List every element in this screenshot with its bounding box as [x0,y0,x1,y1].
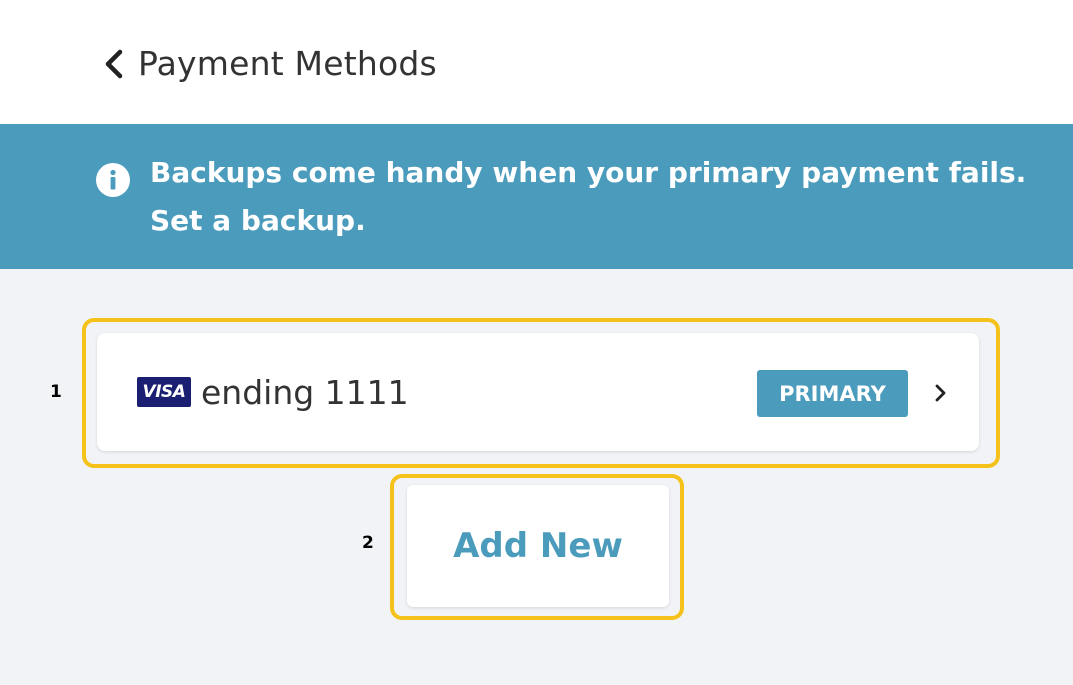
banner-text-line-1: Backups come handy when your primary pay… [150,156,1027,189]
info-banner [0,124,1073,269]
info-icon [96,163,130,197]
visa-logo: VISA [137,377,191,407]
primary-badge: PRIMARY [757,370,908,417]
page-title: Payment Methods [138,44,437,83]
payment-method-card[interactable]: VISA ending 1111 PRIMARY [97,333,979,451]
add-new-button[interactable]: Add New [407,485,669,607]
banner-text-line-2[interactable]: Set a backup. [150,202,366,240]
annotation-marker-2: 2 [362,533,374,553]
annotation-marker-1: 1 [50,382,62,402]
chevron-right-icon[interactable] [932,381,950,405]
header-bar: Payment Methods [0,0,1073,124]
card-ending-label: ending 1111 [201,373,409,412]
chevron-left-icon[interactable] [100,46,126,82]
